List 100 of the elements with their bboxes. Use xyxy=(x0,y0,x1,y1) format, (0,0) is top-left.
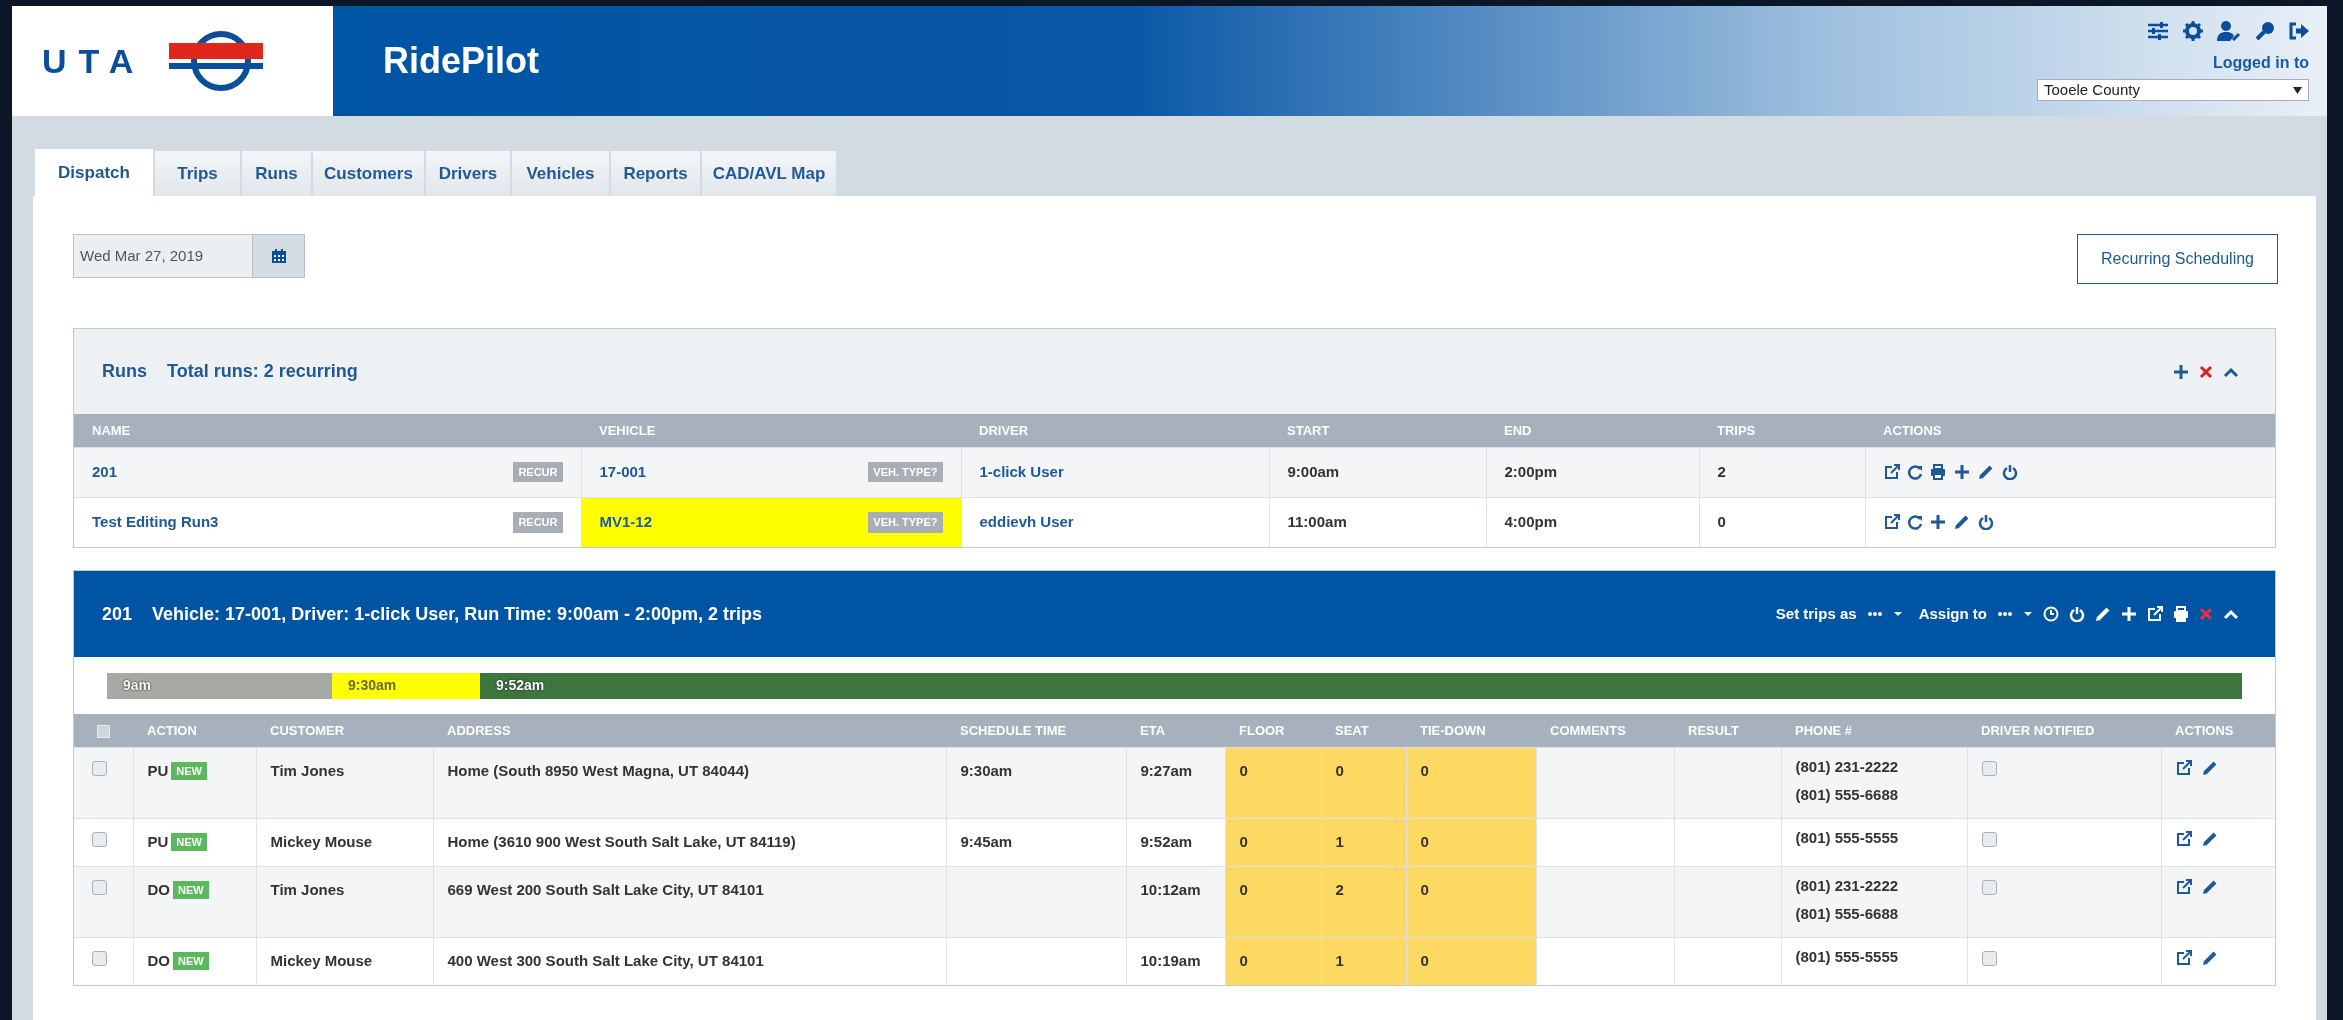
sign-out-icon[interactable] xyxy=(2289,22,2309,40)
pencil-icon[interactable] xyxy=(1977,464,1994,480)
driver-notified-checkbox[interactable] xyxy=(1981,831,1997,847)
new-badge: NEW xyxy=(173,951,209,970)
column-header: RESULT xyxy=(1674,714,1781,747)
table-cell: Mickey Mouse xyxy=(256,937,433,985)
driver-link[interactable]: eddievh User xyxy=(961,497,1269,547)
select-all-checkbox[interactable] xyxy=(97,724,110,738)
pencil-icon[interactable] xyxy=(2201,759,2218,776)
trip-action: DO xyxy=(147,879,170,900)
table-cell: 0 xyxy=(1225,866,1321,937)
vehicle-link[interactable]: MV1-12 xyxy=(599,511,653,534)
nav-tab[interactable]: Drivers xyxy=(426,151,510,196)
pencil-icon[interactable] xyxy=(2095,606,2111,622)
app-title: RidePilot xyxy=(383,39,540,83)
add-icon[interactable] xyxy=(2173,363,2189,380)
clock-icon[interactable] xyxy=(2043,606,2059,622)
assign-to-label: Assign to xyxy=(1918,603,1987,624)
close-icon[interactable] xyxy=(2199,364,2213,379)
dropdown-arrow-icon xyxy=(2293,86,2302,94)
trip-action: PU xyxy=(147,831,169,852)
column-header: SCHEDULE TIME xyxy=(946,714,1126,747)
refresh-icon[interactable] xyxy=(1907,514,1922,531)
nav-tab[interactable]: Vehicles xyxy=(512,151,609,196)
phone-number: (801) 555-5555 xyxy=(1795,827,1900,848)
column-header: TIE-DOWN xyxy=(1406,714,1536,747)
pencil-icon[interactable] xyxy=(2201,830,2218,847)
edit-icon[interactable] xyxy=(2147,606,2163,622)
new-badge: NEW xyxy=(173,880,209,899)
row-checkbox[interactable] xyxy=(92,760,107,776)
pencil-icon[interactable] xyxy=(1953,514,1970,531)
logo-icon xyxy=(169,29,264,93)
edit-icon[interactable] xyxy=(2175,759,2192,776)
add-icon[interactable] xyxy=(1929,514,1946,531)
new-badge: NEW xyxy=(171,832,207,851)
calendar-icon[interactable] xyxy=(252,235,304,277)
caret-icon[interactable] xyxy=(1892,611,1903,617)
add-icon[interactable] xyxy=(1953,464,1970,480)
table-cell: 400 West 300 South Salt Lake City, UT 84101 xyxy=(433,937,946,985)
table-cell: 0 xyxy=(1225,818,1321,866)
collapse-icon[interactable] xyxy=(2223,608,2239,620)
column-header: START xyxy=(1269,414,1486,447)
column-header: ACTIONS xyxy=(1865,414,2275,447)
nav-tab[interactable]: Runs xyxy=(242,151,311,196)
power-icon[interactable] xyxy=(2069,606,2085,622)
column-header: ADDRESS xyxy=(433,714,946,747)
phone-number: (801) 555-6688 xyxy=(1795,903,1900,924)
run-name-link[interactable]: Test Editing Run3 xyxy=(92,511,219,534)
collapse-icon[interactable] xyxy=(2223,365,2239,378)
run-number: 201 xyxy=(102,602,133,626)
recur-badge: RECUR xyxy=(513,461,563,483)
nav-tab[interactable]: Reports xyxy=(611,151,700,196)
row-checkbox[interactable] xyxy=(92,950,107,966)
caret-icon[interactable] xyxy=(2023,611,2033,617)
timeline-segment: 9:30am xyxy=(332,672,480,699)
edit-icon[interactable] xyxy=(1883,514,1900,531)
ellipsis-icon[interactable] xyxy=(1866,611,1883,617)
driver-notified-checkbox[interactable] xyxy=(1981,879,1997,895)
date-field[interactable]: Wed Mar 27, 2019 xyxy=(73,234,305,278)
nav-tab[interactable]: Customers xyxy=(313,151,424,196)
phone-number: (801) 231-2222 xyxy=(1795,875,1900,896)
sliders-icon[interactable] xyxy=(2147,21,2169,41)
refresh-icon[interactable] xyxy=(1907,464,1922,480)
key-icon[interactable] xyxy=(2255,21,2275,41)
nav-tab[interactable]: Dispatch xyxy=(35,149,153,196)
user-edit-icon[interactable] xyxy=(2217,21,2241,41)
print-icon[interactable] xyxy=(2173,606,2189,622)
pencil-icon[interactable] xyxy=(2201,878,2218,895)
edit-icon[interactable] xyxy=(2175,830,2192,847)
column-header: DRIVER xyxy=(961,414,1269,447)
ellipsis-icon[interactable] xyxy=(1997,611,2013,617)
table-cell: 0 xyxy=(1406,937,1536,985)
trip-action: PU xyxy=(147,760,169,781)
driver-notified-checkbox[interactable] xyxy=(1981,950,1997,966)
settings-icon[interactable] xyxy=(2183,21,2203,41)
trip-action: DO xyxy=(147,950,170,971)
table-cell: 0 xyxy=(1225,937,1321,985)
column-header: CUSTOMER xyxy=(256,714,433,747)
edit-icon[interactable] xyxy=(1883,464,1900,480)
edit-icon[interactable] xyxy=(2175,949,2192,966)
power-icon[interactable] xyxy=(1977,514,1994,531)
table-cell: 10:19am xyxy=(1126,937,1225,985)
vehicle-link[interactable]: 17-001 xyxy=(599,460,647,484)
provider-select[interactable]: Tooele County xyxy=(2037,79,2309,101)
row-checkbox[interactable] xyxy=(92,879,107,895)
nav-tab[interactable]: Trips xyxy=(155,151,240,196)
recurring-scheduling-button[interactable]: Recurring Scheduling xyxy=(2077,234,2278,284)
power-icon[interactable] xyxy=(2001,464,2018,480)
phone-number: (801) 555-6688 xyxy=(1795,784,1900,805)
print-icon[interactable] xyxy=(1929,464,1946,480)
column-header: ETA xyxy=(1126,714,1225,747)
logged-in-label: Logged in to xyxy=(2213,53,2309,73)
nav-tab[interactable]: CAD/AVL Map xyxy=(702,151,836,196)
pencil-icon[interactable] xyxy=(2201,949,2218,966)
row-checkbox[interactable] xyxy=(92,831,107,847)
run-name-link[interactable]: 201 xyxy=(92,460,118,484)
column-header: ACTION xyxy=(133,714,256,747)
edit-icon[interactable] xyxy=(2175,878,2192,895)
logo-text: UTA xyxy=(42,40,146,82)
driver-notified-checkbox[interactable] xyxy=(1981,760,1997,776)
